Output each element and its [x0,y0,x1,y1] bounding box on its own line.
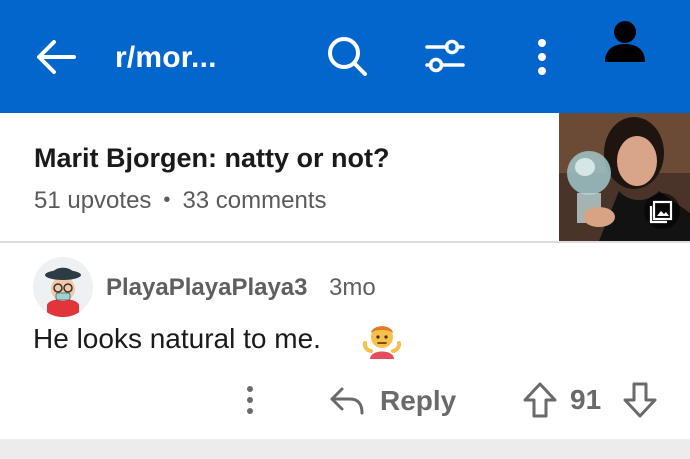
filter-icon[interactable] [423,36,467,76]
comment: PlayaPlayaPlaya3 3mo He looks natural to… [0,243,690,439]
downvote-arrow-icon[interactable] [622,381,658,419]
gallery-icon [644,193,680,229]
comment-username[interactable]: PlayaPlayaPlaya3 [106,274,308,302]
search-icon[interactable] [325,34,369,78]
meta-separator: • [163,189,171,211]
person-shrugging-emoji [362,326,402,359]
back-arrow-icon[interactable] [34,37,78,77]
reply-icon [330,387,364,415]
comment-timestamp: 3mo [329,274,376,301]
post-meta: 51 upvotes • 33 comments [34,187,327,215]
reply-button[interactable]: Reply [328,381,456,421]
post-thumbnail[interactable] [559,113,690,241]
post-title[interactable]: Marit Bjorgen: natty or not? [34,143,389,174]
post-header[interactable]: Marit Bjorgen: natty or not? 51 upvotes •… [0,113,690,243]
more-vertical-icon[interactable] [528,36,556,78]
reply-label: Reply [380,385,457,416]
comment-more-icon[interactable] [236,383,264,417]
comment-body: He looks natural to me. [33,323,321,354]
upvote-arrow-icon[interactable] [522,381,558,419]
divider-strip [0,439,690,459]
avatar-image [33,257,93,317]
avatar[interactable] [33,257,93,317]
app-bar: r/mor... [0,0,690,113]
comment-score: 91 [570,384,602,415]
account-icon[interactable] [600,18,650,64]
comment-count: 33 comments [182,187,327,214]
upvote-count: 51 upvotes [34,187,152,214]
subreddit-title[interactable]: r/mor... [115,38,217,78]
